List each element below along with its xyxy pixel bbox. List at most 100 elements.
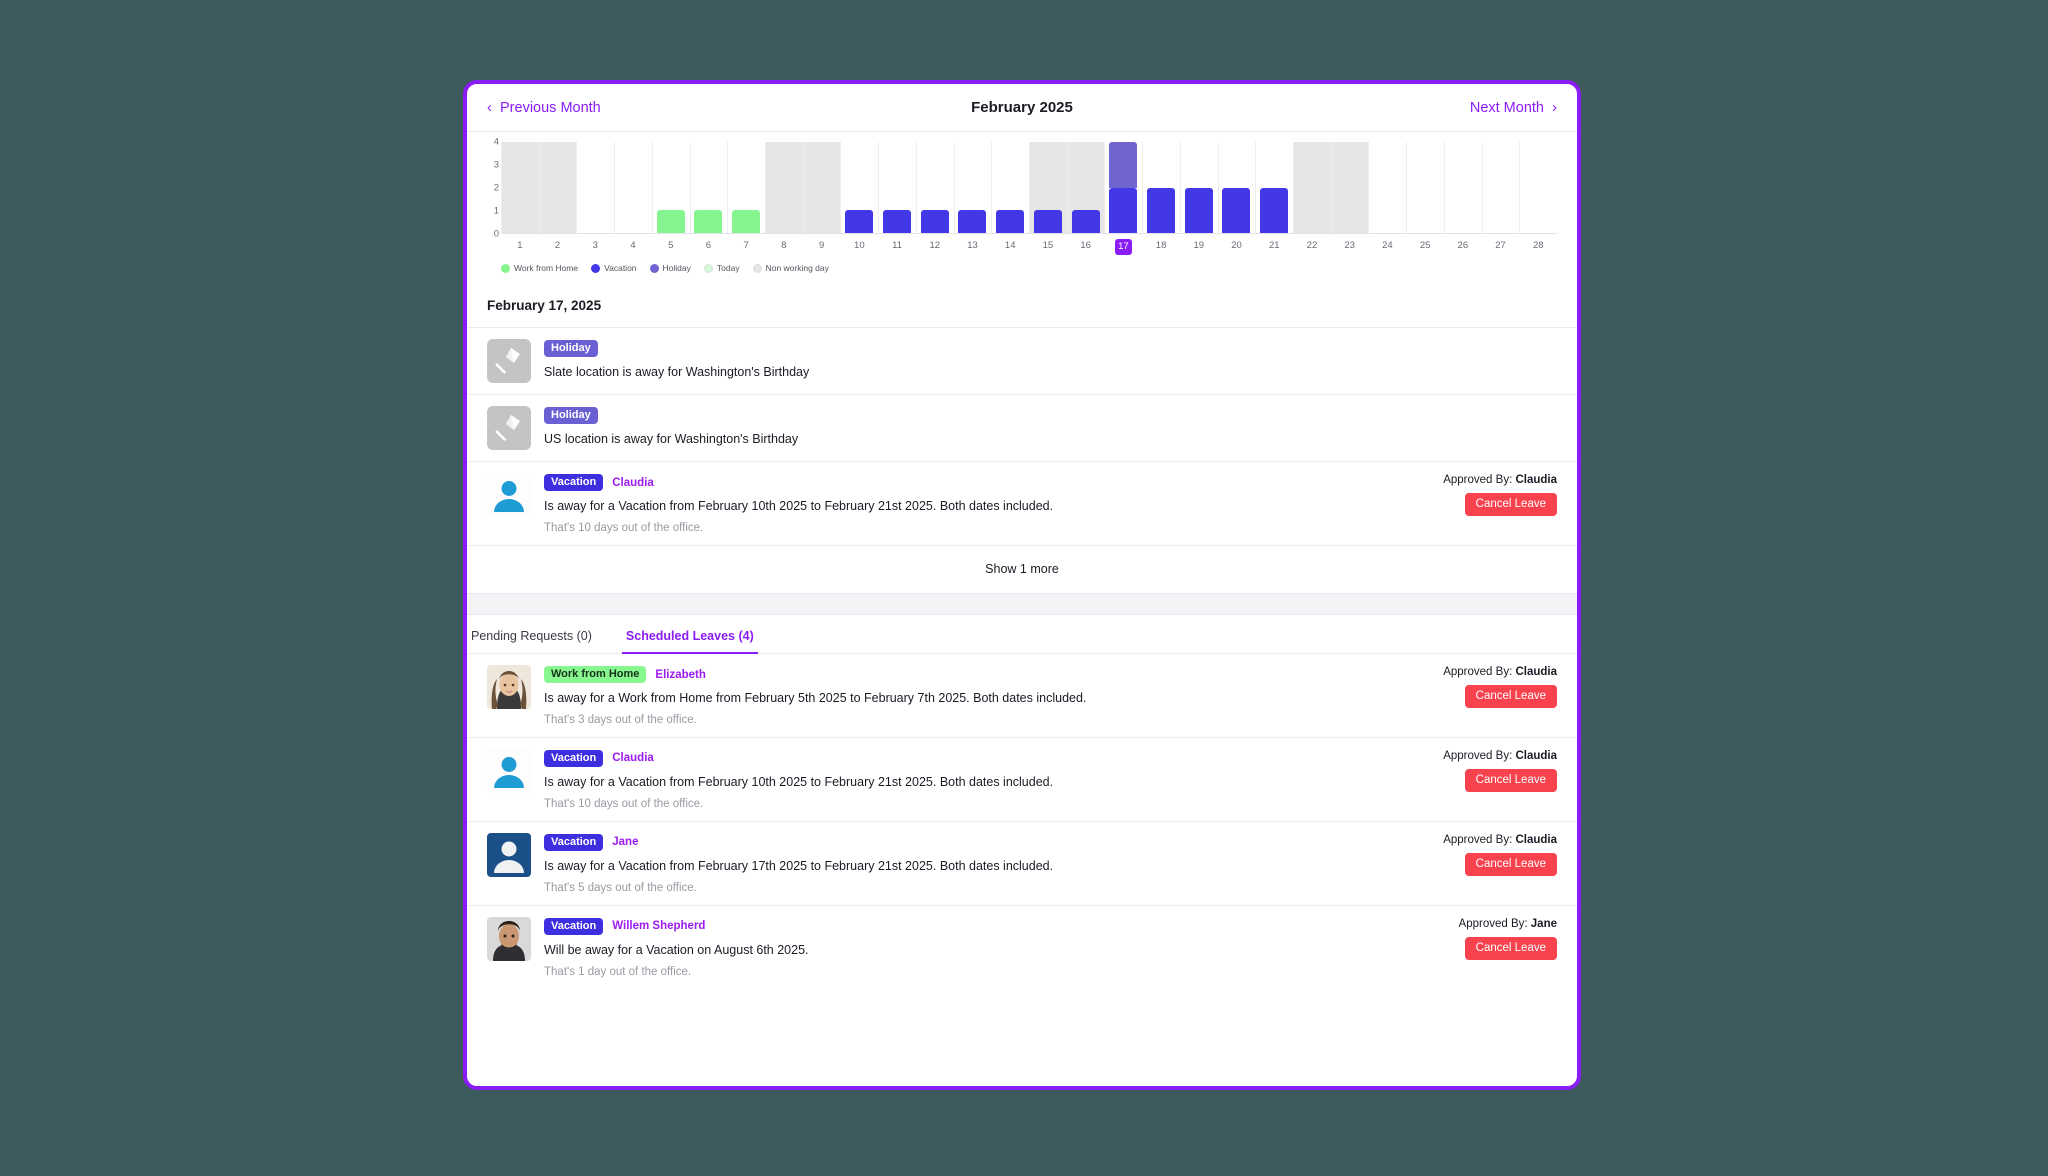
chart-column-day-27[interactable] (1481, 142, 1520, 233)
x-tick-day-17[interactable]: 17 (1105, 239, 1143, 255)
chart-column-day-25[interactable] (1406, 142, 1444, 233)
chart-column-day-20[interactable] (1217, 142, 1256, 233)
legend-item-holiday[interactable]: Holiday (649, 263, 691, 273)
x-tick-day-18[interactable]: 18 (1142, 239, 1180, 255)
x-tick-day-13[interactable]: 13 (954, 239, 992, 255)
tab-scheduled-leaves[interactable]: Scheduled Leaves (4) (621, 629, 758, 654)
chart-column-day-3[interactable] (576, 142, 614, 233)
legend-item-vacation[interactable]: Vacation (591, 263, 637, 273)
chart-column-day-10[interactable] (840, 142, 878, 233)
chart-column-day-9[interactable] (802, 142, 841, 233)
x-tick-day-9[interactable]: 9 (803, 239, 841, 255)
chart-column-day-13[interactable] (953, 142, 992, 233)
x-tick-day-7[interactable]: 7 (727, 239, 765, 255)
day-event-body: Holiday US location is away for Washingto… (544, 406, 1557, 448)
x-tick-day-22[interactable]: 22 (1293, 239, 1331, 255)
bar-vacation-day-18[interactable] (1147, 187, 1175, 233)
bar-vacation-day-11[interactable] (883, 210, 911, 233)
legend-item-today[interactable]: Today (703, 263, 740, 273)
bar-work-from-home-day-5[interactable] (656, 210, 685, 233)
x-tick-day-20[interactable]: 20 (1218, 239, 1256, 255)
chart-column-day-28[interactable] (1519, 142, 1557, 233)
x-tick-day-2[interactable]: 2 (539, 239, 577, 255)
x-tick-day-24[interactable]: 24 (1369, 239, 1407, 255)
x-tick-day-16[interactable]: 16 (1067, 239, 1105, 255)
x-tick-day-5[interactable]: 5 (652, 239, 690, 255)
chart-column-day-22[interactable] (1293, 142, 1331, 233)
tab-pending-requests[interactable]: Pending Requests (0) (467, 629, 596, 654)
bar-vacation-day-12[interactable] (920, 210, 949, 233)
x-tick-day-25[interactable]: 25 (1406, 239, 1444, 255)
event-subtext: That's 10 days out of the office. (544, 521, 704, 534)
chart-column-day-24[interactable] (1368, 142, 1406, 233)
chart-column-day-21[interactable] (1255, 142, 1293, 233)
kite-icon (487, 339, 531, 383)
bar-vacation-day-15[interactable] (1033, 210, 1062, 233)
next-month-button[interactable]: Next Month › (1470, 100, 1557, 116)
previous-month-button[interactable]: ‹ Previous Month (487, 100, 601, 116)
legend-swatch-icon (752, 263, 762, 273)
bar-vacation-day-21[interactable] (1260, 187, 1289, 233)
column-gridline (1179, 142, 1181, 233)
x-tick-day-8[interactable]: 8 (765, 239, 803, 255)
bar-vacation-day-20[interactable] (1222, 187, 1251, 233)
kite-icon (487, 406, 531, 450)
x-tick-day-3[interactable]: 3 (576, 239, 614, 255)
x-tick-day-26[interactable]: 26 (1444, 239, 1482, 255)
cancel-leave-button[interactable]: Cancel Leave (1464, 493, 1557, 516)
x-tick-day-12[interactable]: 12 (916, 239, 954, 255)
x-tick-day-6[interactable]: 6 (690, 239, 728, 255)
chart-column-day-23[interactable] (1330, 142, 1369, 233)
x-tick-day-1[interactable]: 1 (501, 239, 539, 255)
bar-work-from-home-day-7[interactable] (732, 210, 761, 233)
chart-column-day-1[interactable] (501, 142, 539, 233)
x-tick-day-28[interactable]: 28 (1519, 239, 1557, 255)
today-highlight: 17 (1115, 239, 1132, 255)
legend-item-work-from-home[interactable]: Work from Home (501, 263, 578, 273)
bar-vacation-day-19[interactable] (1184, 187, 1213, 233)
bar-vacation-day-17[interactable] (1109, 187, 1138, 233)
person-name[interactable]: Elizabeth (655, 669, 705, 681)
cancel-leave-button[interactable]: Cancel Leave (1464, 768, 1557, 792)
bar-holiday-day-17[interactable] (1109, 142, 1138, 188)
cancel-leave-button[interactable]: Cancel Leave (1464, 684, 1557, 708)
chart-column-day-18[interactable] (1142, 142, 1180, 233)
chart-column-day-4[interactable] (614, 142, 652, 233)
chart-column-day-14[interactable] (991, 142, 1029, 233)
x-tick-day-23[interactable]: 23 (1331, 239, 1369, 255)
chart-column-day-6[interactable] (689, 142, 728, 233)
x-tick-day-21[interactable]: 21 (1255, 239, 1293, 255)
bar-vacation-day-14[interactable] (996, 210, 1025, 233)
bar-work-from-home-day-6[interactable] (694, 210, 723, 233)
chart-column-day-5[interactable] (651, 142, 690, 233)
chart-column-day-8[interactable] (765, 142, 803, 233)
chart-column-day-7[interactable] (727, 142, 765, 233)
cancel-leave-button[interactable]: Cancel Leave (1464, 852, 1557, 876)
chart-column-day-16[interactable] (1066, 142, 1105, 233)
chart-column-day-11[interactable] (878, 142, 916, 233)
chart-column-day-12[interactable] (915, 142, 954, 233)
bar-vacation-day-10[interactable] (845, 210, 874, 233)
chart-column-day-17[interactable] (1104, 142, 1142, 233)
x-tick-day-10[interactable]: 10 (840, 239, 878, 255)
column-gridline (878, 142, 880, 233)
chart-column-day-19[interactable] (1179, 142, 1218, 233)
x-tick-day-15[interactable]: 15 (1029, 239, 1067, 255)
legend-item-non-working-day[interactable]: Non working day (752, 263, 829, 273)
bar-vacation-day-16[interactable] (1071, 210, 1100, 233)
person-name[interactable]: Claudia (612, 477, 654, 489)
x-tick-day-14[interactable]: 14 (991, 239, 1029, 255)
x-tick-day-4[interactable]: 4 (614, 239, 652, 255)
cancel-leave-button[interactable]: Cancel Leave (1464, 936, 1557, 960)
x-tick-day-19[interactable]: 19 (1180, 239, 1218, 255)
chart-column-day-2[interactable] (538, 142, 577, 233)
x-tick-day-27[interactable]: 27 (1482, 239, 1520, 255)
person-name[interactable]: Jane (612, 836, 638, 848)
chart-column-day-15[interactable] (1029, 142, 1067, 233)
chart-column-day-26[interactable] (1443, 142, 1482, 233)
show-more-button[interactable]: Show 1 more (467, 544, 1577, 593)
bar-vacation-day-13[interactable] (958, 210, 987, 233)
x-tick-day-11[interactable]: 11 (878, 239, 916, 255)
person-name[interactable]: Claudia (612, 752, 654, 764)
person-name[interactable]: Willem Shepherd (612, 920, 705, 932)
